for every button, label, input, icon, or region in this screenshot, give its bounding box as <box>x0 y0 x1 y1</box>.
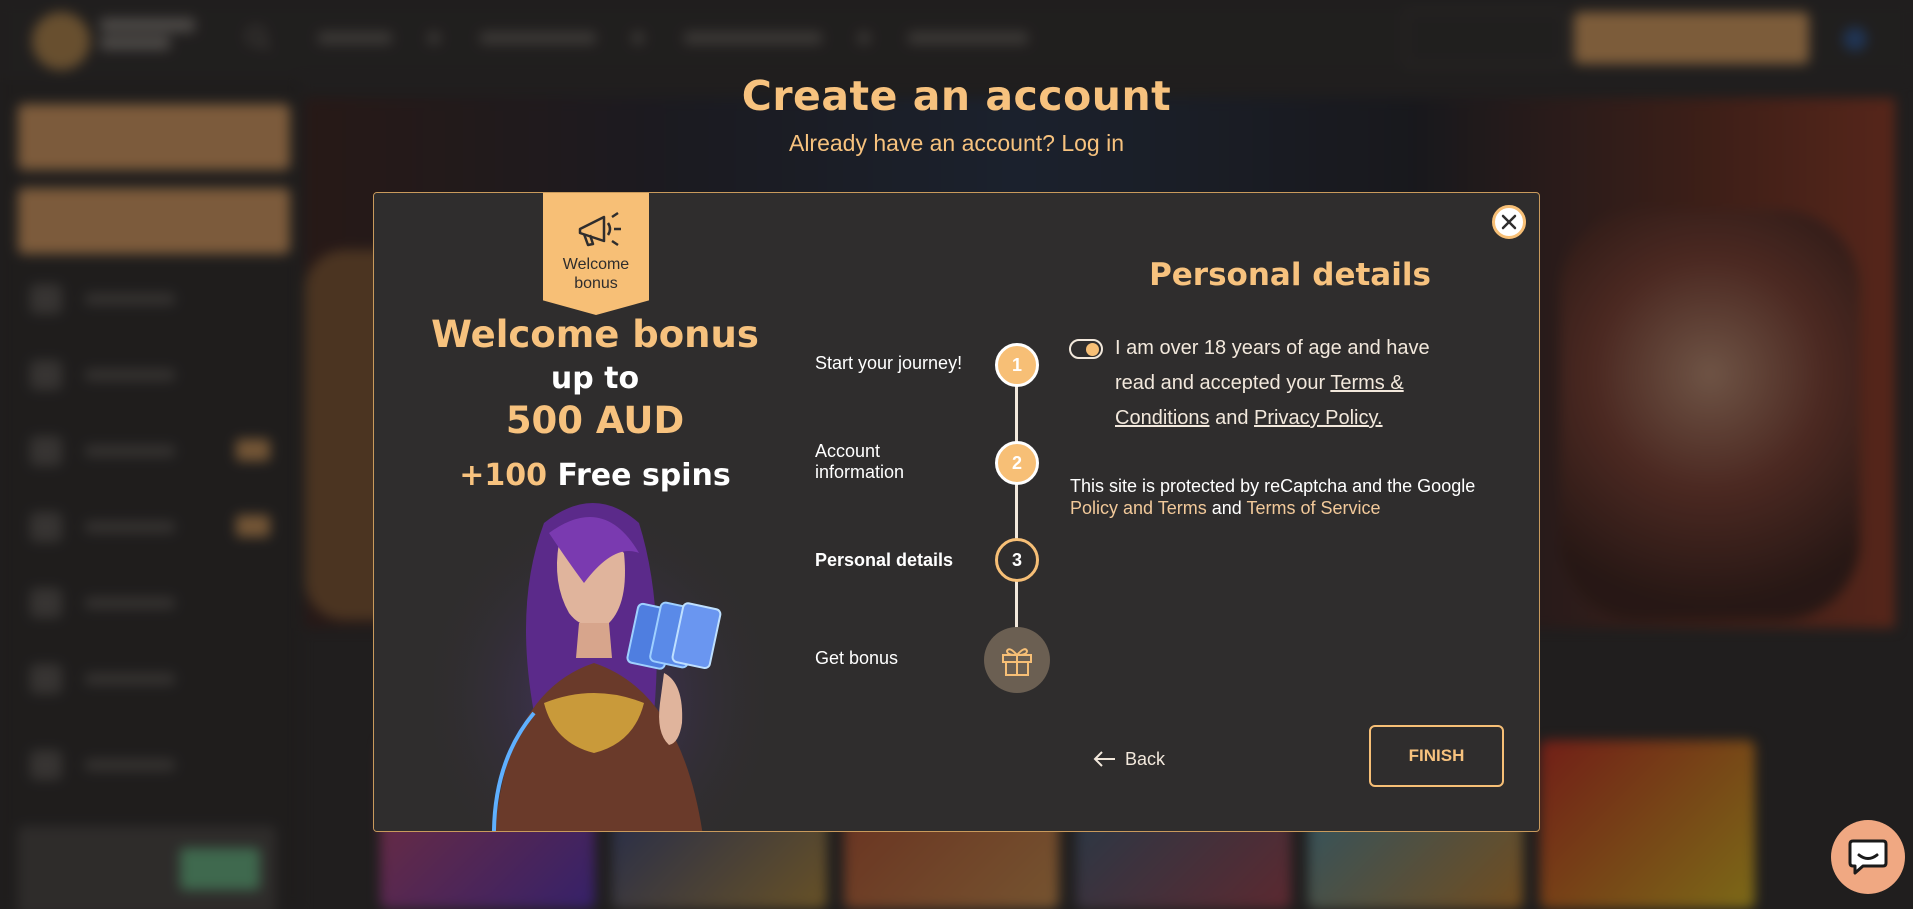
live-chat-button[interactable] <box>1831 820 1905 894</box>
bonus-panel: Welcome bonus Welcome bonus up to 500 AU… <box>374 193 816 831</box>
close-icon <box>1501 214 1517 230</box>
heroine-illustration <box>434 483 764 831</box>
step-2-circle: 2 <box>995 441 1039 485</box>
recaptcha-and: and <box>1211 498 1242 518</box>
consent-and: and <box>1215 407 1249 429</box>
bonus-amount: 500 AUD <box>505 399 685 442</box>
arrow-left-icon <box>1093 751 1115 767</box>
step-3-circle: 3 <box>995 538 1039 582</box>
registration-modal: Welcome bonus Welcome bonus up to 500 AU… <box>373 192 1540 832</box>
close-button[interactable] <box>1492 205 1526 239</box>
welcome-bonus-badge: Welcome bonus <box>543 193 649 315</box>
toggle-knob <box>1086 343 1099 356</box>
finish-button[interactable]: FINISH <box>1369 725 1504 787</box>
bonus-title: Welcome bonus <box>431 313 759 356</box>
privacy-policy-link[interactable]: Privacy Policy. <box>1254 407 1383 429</box>
step-label-bonus: Get bonus <box>815 648 899 668</box>
step-1-circle: 1 <box>995 343 1039 387</box>
page-root: Create an account Already have an accoun… <box>0 0 1913 909</box>
gift-icon <box>1002 648 1032 676</box>
recaptcha-tos-link[interactable]: Terms of Service <box>1246 498 1380 518</box>
chat-bubble-icon <box>1848 839 1888 875</box>
recaptcha-notice: This site is protected by reCaptcha and … <box>1070 475 1500 519</box>
age-consent-toggle[interactable] <box>1069 339 1103 359</box>
recaptcha-text: This site is protected by reCaptcha and … <box>1070 476 1476 496</box>
badge-text: Welcome bonus <box>562 256 630 292</box>
bonus-up-to: up to <box>550 361 640 396</box>
step-label-personal: Personal details <box>815 550 954 570</box>
step-label-start: Start your journey! <box>815 353 963 373</box>
login-prompt[interactable]: Already have an account? Log in <box>0 130 1913 157</box>
megaphone-icon <box>578 211 621 247</box>
page-title: Create an account <box>741 72 1172 120</box>
step-4-circle <box>984 627 1050 693</box>
back-label: Back <box>1125 748 1166 769</box>
recaptcha-policy-link[interactable]: Policy and Terms <box>1070 498 1207 518</box>
form-title: Personal details <box>1149 257 1431 293</box>
step-label-account: Account information <box>815 441 905 482</box>
back-button[interactable]: Back <box>1093 744 1165 774</box>
age-consent-text: I am over 18 years of age and have read … <box>1115 331 1475 436</box>
